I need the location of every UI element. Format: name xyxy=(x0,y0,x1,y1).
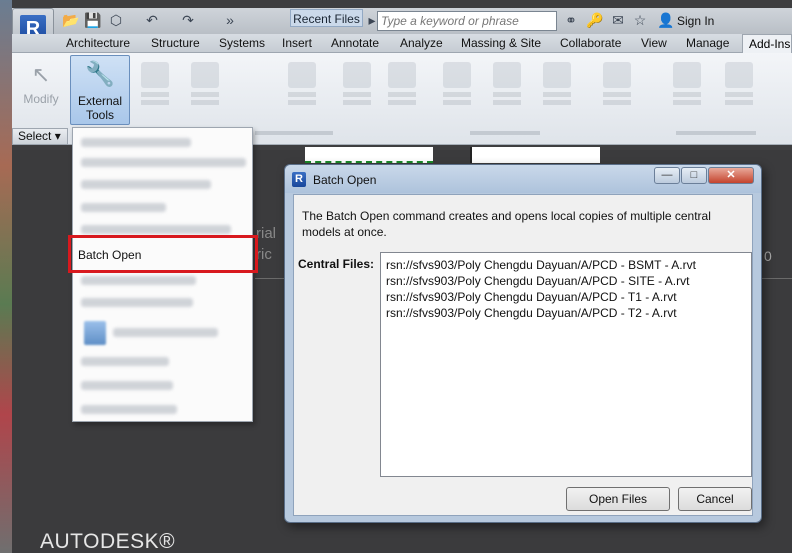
undo-icon[interactable]: ↶ xyxy=(144,12,160,28)
autodesk-logo: AUTODESK® xyxy=(40,530,176,553)
open-files-button[interactable]: Open Files xyxy=(566,487,670,511)
cursor-arrow-icon: ↖ xyxy=(31,62,51,87)
highlight-box xyxy=(68,235,258,273)
disabled-ribbon-tool xyxy=(440,58,474,118)
dialog-title-bar[interactable]: R Batch Open — □ ✕ xyxy=(285,165,761,193)
disabled-ribbon-tool xyxy=(540,58,574,118)
background-text: 0 xyxy=(764,248,772,264)
list-item[interactable]: rsn://sfvs903/Poly Chengdu Dayuan/A/PCD … xyxy=(386,289,746,305)
external-tools-button[interactable]: 🔧 External Tools xyxy=(70,55,130,125)
recent-files-button[interactable]: Recent Files xyxy=(290,9,363,27)
select-label: Select xyxy=(18,129,52,143)
tab-systems[interactable]: Systems xyxy=(219,36,265,50)
list-item[interactable]: rsn://sfvs903/Poly Chengdu Dayuan/A/PCD … xyxy=(386,305,746,321)
cancel-button[interactable]: Cancel xyxy=(678,487,752,511)
binoculars-icon[interactable]: ⚭ xyxy=(563,12,579,28)
blurred-menu-item[interactable] xyxy=(81,276,196,285)
open-icon[interactable]: 📂 xyxy=(62,12,79,28)
blurred-menu-item[interactable] xyxy=(113,328,218,337)
blurred-menu-item[interactable] xyxy=(81,138,191,147)
sign-in-button[interactable]: Sign In xyxy=(677,14,714,28)
revit-logo-icon: R xyxy=(292,172,306,187)
sync-icon[interactable]: ⬡ xyxy=(108,12,124,28)
disabled-ribbon-tool xyxy=(670,58,704,118)
chevron-down-icon: ▾ xyxy=(54,129,61,143)
blurred-menu-item[interactable] xyxy=(81,203,166,212)
disabled-ribbon-tool xyxy=(285,58,319,118)
drawing-thumbnail xyxy=(470,147,600,163)
minimize-button[interactable]: — xyxy=(654,167,680,184)
tab-add-ins[interactable]: Add-Ins xyxy=(742,34,792,54)
disabled-ribbon-tool xyxy=(385,58,419,118)
blurred-menu-item[interactable] xyxy=(81,405,177,414)
blurred-menu-item[interactable] xyxy=(81,225,231,234)
panel-title-placeholder xyxy=(470,131,540,135)
external-tools-label: External xyxy=(77,94,123,108)
blurred-menu-item[interactable] xyxy=(81,357,169,366)
modify-button[interactable]: ↖ Modify xyxy=(18,58,64,122)
save-icon[interactable]: 💾 xyxy=(84,12,101,28)
tab-massing-site[interactable]: Massing & Site xyxy=(461,36,541,50)
communication-icon[interactable]: ✉ xyxy=(610,12,626,28)
disabled-ribbon-tool xyxy=(600,58,634,118)
tab-analyze[interactable]: Analyze xyxy=(400,36,443,50)
tab-collaborate[interactable]: Collaborate xyxy=(560,36,621,50)
maximize-button[interactable]: □ xyxy=(681,167,707,184)
disabled-ribbon-tool xyxy=(722,58,756,118)
panel-title-placeholder xyxy=(676,131,756,135)
tab-annotate[interactable]: Annotate xyxy=(331,36,379,50)
wrench-screwdriver-icon: 🔧 xyxy=(85,61,115,88)
disabled-ribbon-tool xyxy=(138,58,172,118)
manual-icon xyxy=(84,321,106,345)
blurred-menu-item[interactable] xyxy=(81,381,173,390)
tab-architecture[interactable]: Architecture xyxy=(66,36,130,50)
external-tools-label: Tools xyxy=(85,108,114,122)
user-icon[interactable]: 👤 xyxy=(657,12,674,28)
list-item[interactable]: rsn://sfvs903/Poly Chengdu Dayuan/A/PCD … xyxy=(386,273,746,289)
background-text: rial xyxy=(256,225,277,242)
tab-manage[interactable]: Manage xyxy=(686,36,729,50)
select-dropdown[interactable]: Select ▾ xyxy=(12,128,68,145)
favorites-star-icon[interactable]: ☆ xyxy=(632,12,648,28)
tab-insert[interactable]: Insert xyxy=(282,36,312,50)
disabled-ribbon-tool xyxy=(490,58,524,118)
subscription-key-icon[interactable]: 🔑 xyxy=(586,12,603,28)
blurred-menu-item[interactable] xyxy=(81,158,246,167)
more-tools-icon[interactable]: » xyxy=(222,12,238,28)
blurred-menu-item[interactable] xyxy=(81,298,193,307)
desktop-edge xyxy=(0,0,12,553)
central-files-label: Central Files: xyxy=(298,257,375,271)
search-input[interactable]: Type a keyword or phrase xyxy=(377,11,557,31)
drawing-thumbnail xyxy=(305,147,433,163)
blurred-menu-item[interactable] xyxy=(81,180,211,189)
dialog-description: The Batch Open command creates and opens… xyxy=(302,209,711,239)
disabled-ribbon-tool xyxy=(188,58,222,118)
external-tools-menu xyxy=(72,127,253,422)
list-item[interactable]: rsn://sfvs903/Poly Chengdu Dayuan/A/PCD … xyxy=(386,257,746,273)
central-files-list[interactable]: rsn://sfvs903/Poly Chengdu Dayuan/A/PCD … xyxy=(380,252,752,477)
batch-open-dialog: R Batch Open — □ ✕ The Batch Open comman… xyxy=(284,164,762,523)
tab-view[interactable]: View xyxy=(641,36,667,50)
modify-label: Modify xyxy=(23,92,59,106)
redo-icon[interactable]: ↷ xyxy=(180,12,196,28)
disabled-ribbon-tool xyxy=(340,58,374,118)
background-text: ric xyxy=(256,246,272,263)
panel-title-placeholder xyxy=(255,131,333,135)
dialog-title: Batch Open xyxy=(313,173,377,187)
dialog-body: The Batch Open command creates and opens… xyxy=(293,194,753,516)
tab-structure[interactable]: Structure xyxy=(151,36,200,50)
close-button[interactable]: ✕ xyxy=(708,167,754,184)
